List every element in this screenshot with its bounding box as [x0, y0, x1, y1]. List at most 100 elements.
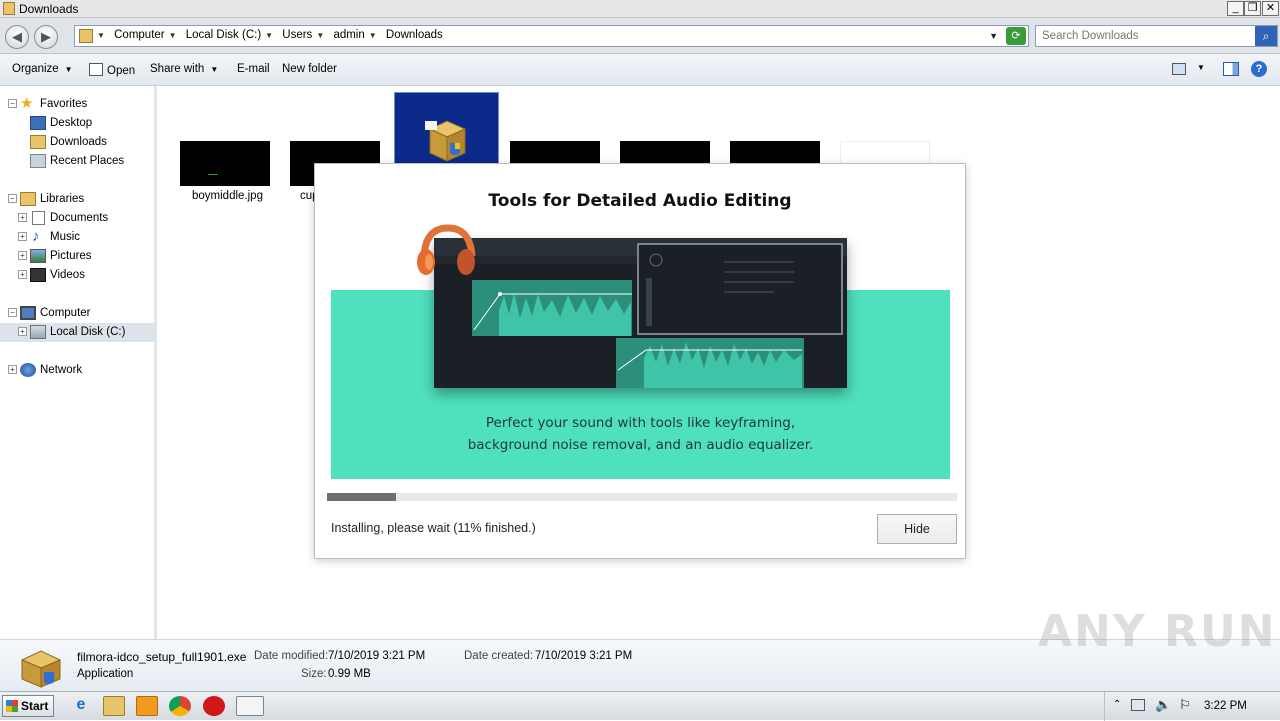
videos-icon: [30, 268, 46, 282]
chrome-icon[interactable]: [169, 696, 191, 716]
organize-button[interactable]: Organize ▼: [12, 63, 73, 75]
crumb-admin[interactable]: admin: [333, 29, 364, 41]
opera-icon[interactable]: [203, 696, 225, 716]
installer-dialog: Tools for Detailed Audio Editing Perfect…: [314, 163, 966, 559]
address-field[interactable]: ▼ Computer ▼ Local Disk (C:) ▼ Users ▼ admi…: [74, 25, 1029, 47]
open-icon: [89, 63, 103, 76]
help-icon[interactable]: ?: [1251, 61, 1267, 77]
folder-icon: [3, 2, 15, 15]
crumb-downloads[interactable]: Downloads: [386, 29, 443, 41]
selected-file-thumbnail[interactable]: [394, 92, 499, 172]
chevron-up-icon[interactable]: ⌃: [1113, 699, 1121, 710]
nav-pictures[interactable]: + Pictures: [0, 247, 157, 266]
action-center-flag-icon[interactable]: ⚐: [1179, 697, 1191, 713]
command-bar: Organize ▼ Open Share with ▼ E-mail New fo…: [0, 54, 1280, 86]
open-button[interactable]: Open: [89, 63, 135, 77]
navigation-pane: − ★ Favorites Desktop Downloads Recent P…: [0, 86, 157, 639]
close-button[interactable]: ✕: [1262, 1, 1279, 16]
nav-documents[interactable]: + Documents: [0, 209, 157, 228]
crumb-local-disk[interactable]: Local Disk (C:): [186, 29, 261, 41]
explorer-icon[interactable]: [103, 696, 125, 716]
internet-explorer-icon[interactable]: e: [70, 696, 92, 716]
install-progress-bar: [327, 493, 957, 501]
view-icon[interactable]: [1172, 63, 1186, 75]
search-icon[interactable]: ⌕: [1255, 26, 1277, 46]
expand-icon[interactable]: +: [18, 251, 27, 260]
installer-taskbar-button[interactable]: [236, 696, 264, 716]
media-player-icon[interactable]: [136, 696, 158, 716]
hide-button[interactable]: Hide: [877, 514, 957, 544]
share-with-button[interactable]: Share with ▼: [150, 63, 218, 75]
forward-button[interactable]: ▶: [34, 25, 58, 49]
expand-icon[interactable]: +: [18, 270, 27, 279]
search-box[interactable]: ⌕: [1035, 25, 1278, 47]
nav-music[interactable]: + ♪ Music: [0, 228, 157, 247]
nav-network[interactable]: + Network: [0, 361, 157, 380]
search-input[interactable]: [1036, 26, 1254, 46]
pictures-icon: [30, 249, 46, 263]
expand-icon[interactable]: +: [18, 232, 27, 241]
new-folder-label: New folder: [282, 63, 337, 75]
nav-computer[interactable]: − Computer: [0, 304, 157, 323]
view-controls: ▼ ?: [1160, 60, 1280, 80]
network-icon: [20, 363, 36, 377]
refresh-icon[interactable]: ⟳: [1006, 27, 1026, 45]
address-history-dropdown[interactable]: ▼: [989, 31, 998, 41]
details-modified-value: 7/10/2019 3:21 PM: [328, 650, 426, 662]
music-icon: ♪: [32, 228, 40, 245]
nav-local-disk-label: Local Disk (C:): [50, 326, 126, 338]
share-with-label: Share with: [150, 63, 205, 75]
minimize-button[interactable]: _: [1227, 1, 1244, 16]
nav-favorites[interactable]: − ★ Favorites: [0, 95, 157, 114]
install-status-text: Installing, please wait (11% finished.): [331, 521, 536, 535]
maximize-button[interactable]: ❐: [1244, 1, 1261, 16]
application-icon: [18, 646, 64, 688]
file-label[interactable]: boymiddle.jpg: [192, 190, 263, 202]
preview-pane-icon[interactable]: [1223, 62, 1239, 76]
nav-recent-places[interactable]: Recent Places: [0, 152, 157, 171]
chevron-down-icon[interactable]: ▼: [369, 31, 377, 40]
window-titlebar: Downloads _ ❐ ✕: [0, 0, 1280, 18]
nav-computer-label: Computer: [40, 307, 91, 319]
nav-downloads[interactable]: Downloads: [0, 133, 157, 152]
audio-editor-illustration: [434, 238, 847, 388]
expand-icon[interactable]: +: [18, 327, 27, 336]
feature-description-line1: Perfect your sound with tools like keyfr…: [485, 415, 796, 431]
start-button[interactable]: Start: [2, 695, 54, 717]
details-filename: filmora-idco_setup_full1901.exe: [77, 650, 247, 664]
folder-icon: [79, 29, 93, 43]
crumb-computer[interactable]: Computer: [114, 29, 165, 41]
back-button[interactable]: ◀: [5, 25, 29, 49]
collapse-icon[interactable]: −: [8, 99, 17, 108]
volume-icon[interactable]: 🔈: [1155, 697, 1171, 713]
chevron-down-icon[interactable]: ▼: [169, 31, 177, 40]
crumb-users[interactable]: Users: [282, 29, 312, 41]
feature-description: Perfect your sound with tools like keyfr…: [331, 412, 950, 456]
clock[interactable]: 3:22 PM: [1204, 700, 1247, 712]
anyrun-watermark: ANY RUN: [1038, 606, 1277, 657]
nav-local-disk[interactable]: + Local Disk (C:): [0, 323, 157, 342]
expand-icon[interactable]: +: [18, 213, 27, 222]
star-icon: ★: [20, 95, 34, 112]
chevron-down-icon[interactable]: ▼: [265, 31, 273, 40]
chevron-down-icon[interactable]: ▼: [97, 31, 105, 40]
new-folder-button[interactable]: New folder: [282, 63, 337, 75]
details-created-value: 7/10/2019 3:21 PM: [535, 650, 633, 662]
email-button[interactable]: E-mail: [237, 63, 270, 75]
chevron-down-icon: ▼: [210, 65, 219, 74]
network-tray-icon[interactable]: [1131, 699, 1145, 711]
chevron-down-icon[interactable]: ▼: [1197, 63, 1205, 72]
collapse-icon[interactable]: −: [8, 194, 17, 203]
details-size-label: Size:: [301, 668, 327, 680]
audio-waveform-graphic: [434, 238, 847, 388]
nav-desktop[interactable]: Desktop: [0, 114, 157, 133]
chevron-down-icon: ▼: [64, 65, 73, 74]
chevron-down-icon[interactable]: ▼: [316, 31, 324, 40]
nav-videos[interactable]: + Videos: [0, 266, 157, 285]
file-thumbnail[interactable]: [180, 141, 270, 186]
nav-libraries[interactable]: − Libraries: [0, 190, 157, 209]
details-size-value: 0.99 MB: [328, 668, 371, 680]
windows-logo-icon: [6, 700, 18, 712]
collapse-icon[interactable]: −: [8, 308, 17, 317]
expand-icon[interactable]: +: [8, 365, 17, 374]
